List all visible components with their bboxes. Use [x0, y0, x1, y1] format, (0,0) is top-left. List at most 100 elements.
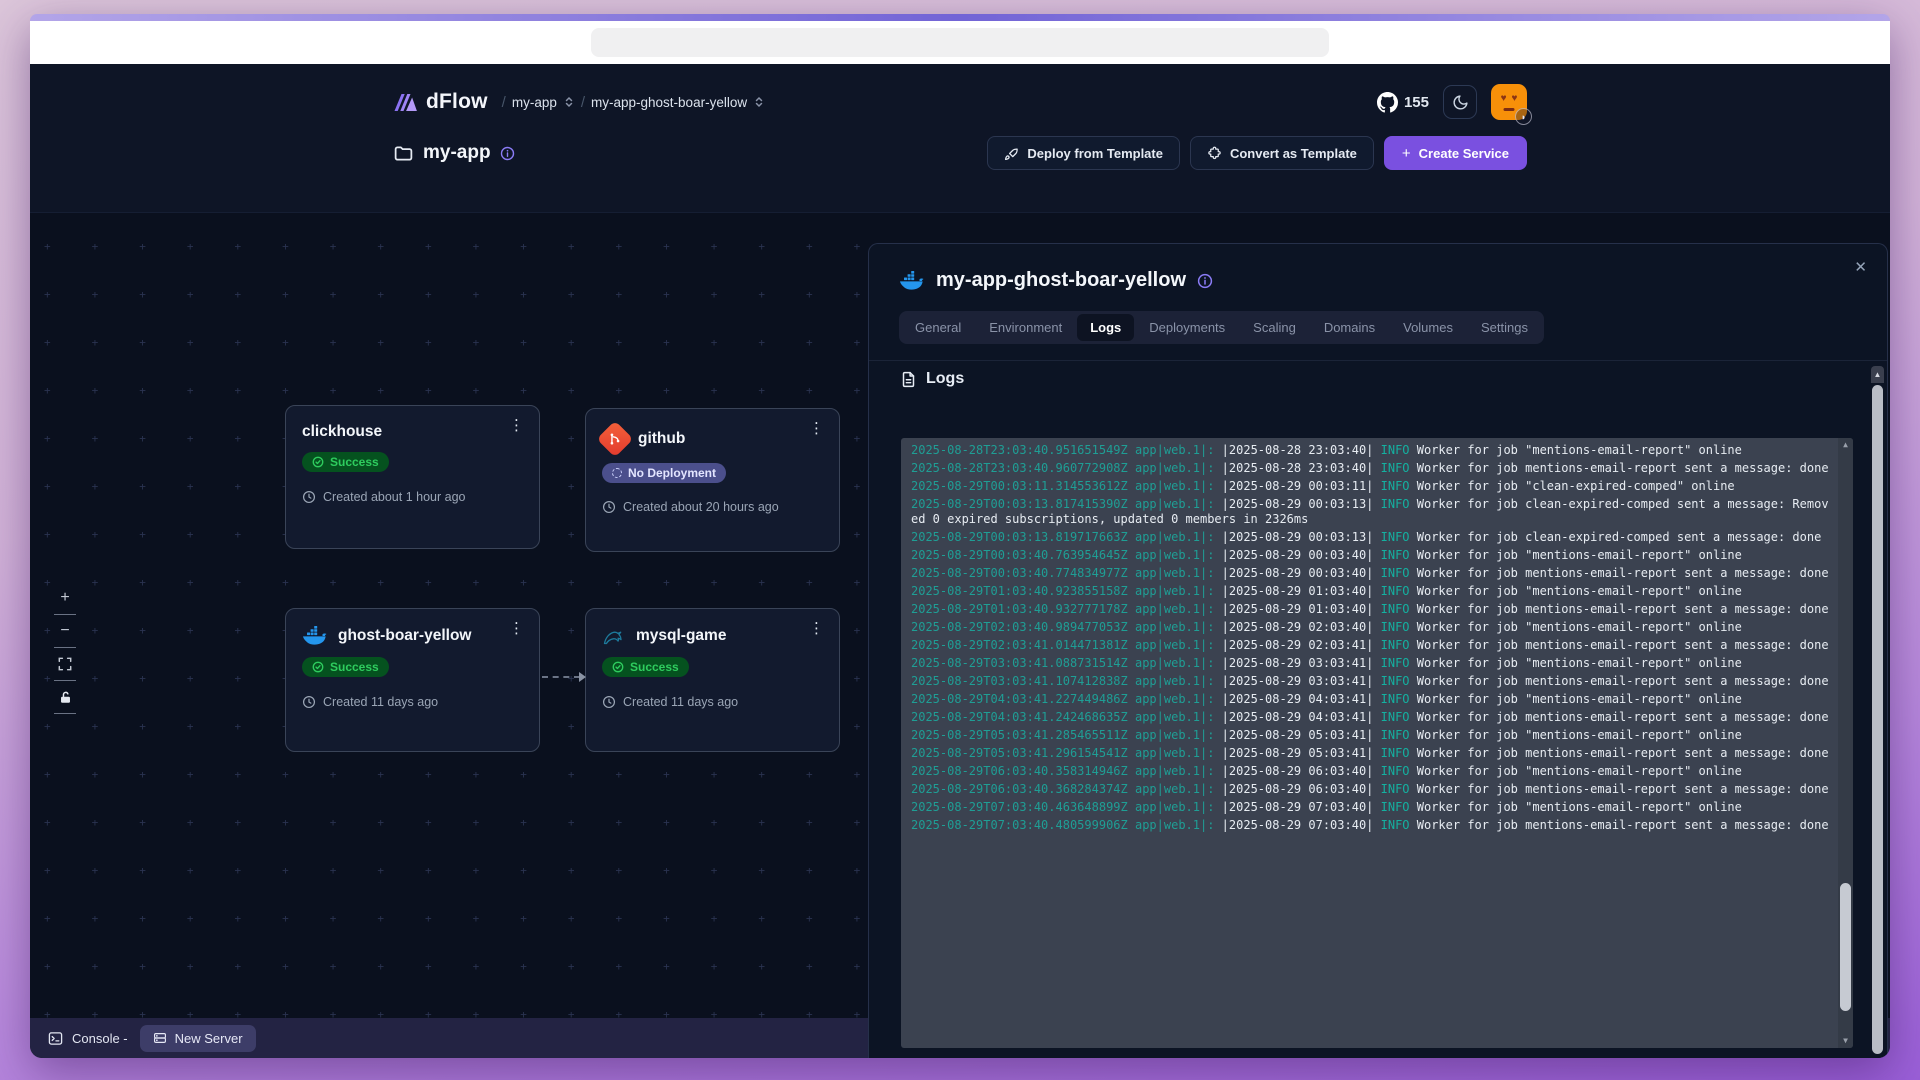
status-badge: Success: [602, 657, 689, 677]
divider: [869, 360, 1887, 361]
zoom-out-icon: −: [60, 622, 69, 640]
card-menu-icon[interactable]: ⋮: [504, 619, 529, 638]
url-bar[interactable]: [591, 28, 1329, 57]
clock-icon: [602, 500, 616, 514]
card-menu-icon[interactable]: ⋮: [504, 416, 529, 435]
service-info-icon[interactable]: [1197, 273, 1213, 289]
log-console[interactable]: 2025-08-28T23:03:40.951651549Z app|web.1…: [901, 438, 1853, 1048]
card-menu-icon[interactable]: ⋮: [804, 419, 829, 438]
divider: [54, 713, 76, 714]
deploy-from-template-button[interactable]: Deploy from Template: [987, 136, 1180, 170]
create-service-label: Create Service: [1419, 146, 1509, 161]
panel-tabs: General Environment Logs Deployments Sca…: [899, 311, 1544, 344]
log-entry: 2025-08-29T05:03:41.285465511Z app|web.1…: [911, 728, 1829, 743]
tab-general[interactable]: General: [902, 314, 974, 341]
card-menu-icon[interactable]: ⋮: [804, 619, 829, 638]
created-label: Created 11 days ago: [323, 695, 438, 709]
console-label-text: Console -: [72, 1031, 128, 1046]
console-label[interactable]: Console -: [48, 1031, 128, 1046]
zoom-in-button[interactable]: +: [52, 585, 78, 611]
browser-titlebar: [30, 21, 1890, 64]
service-card-ghost-boar-yellow[interactable]: ⋮ ghost-boar-yellow Success: [285, 608, 540, 752]
log-scrollbar-thumb[interactable]: [1840, 883, 1851, 1011]
theme-toggle-button[interactable]: [1443, 85, 1477, 119]
panel-scroll-up-icon[interactable]: ▲: [1871, 366, 1884, 383]
user-avatar[interactable]: ♥♥ ◗: [1491, 84, 1527, 120]
project-switcher-icon[interactable]: [563, 96, 575, 108]
new-server-button[interactable]: New Server: [140, 1025, 256, 1052]
scroll-down-icon[interactable]: ▼: [1838, 1035, 1853, 1047]
breadcrumb-service[interactable]: my-app-ghost-boar-yellow: [591, 95, 747, 110]
panel-title: my-app-ghost-boar-yellow: [936, 269, 1186, 292]
log-entry: 2025-08-29T03:03:41.107412838Z app|web.1…: [911, 674, 1829, 689]
clock-icon: [302, 490, 316, 504]
created-timestamp: Created about 20 hours ago: [602, 500, 823, 514]
github-star-count: 155: [1404, 94, 1429, 111]
tab-settings[interactable]: Settings: [1468, 314, 1541, 341]
rocket-icon: [1004, 146, 1019, 161]
git-icon: [597, 421, 634, 458]
connector-arrowhead-icon: [579, 672, 586, 682]
tab-domains[interactable]: Domains: [1311, 314, 1388, 341]
clock-icon: [302, 695, 316, 709]
desktop-background: dFlow / my-app / my-app-ghost-boar-yello…: [0, 0, 1920, 1080]
service-connector-edge: [542, 676, 580, 678]
log-entry: 2025-08-29T00:03:13.819717663Z app|web.1…: [911, 530, 1829, 545]
convert-as-template-label: Convert as Template: [1230, 146, 1357, 161]
log-scrollbar[interactable]: ▲ ▼: [1838, 438, 1853, 1048]
log-entry: 2025-08-29T04:03:41.242468635Z app|web.1…: [911, 710, 1829, 725]
avatar-status-badge: ◗: [1515, 108, 1532, 125]
tab-deployments[interactable]: Deployments: [1136, 314, 1238, 341]
log-entry: 2025-08-29T00:03:40.774834977Z app|web.1…: [911, 566, 1829, 581]
service-name: ghost-boar-yellow: [338, 627, 471, 645]
divider: [54, 614, 76, 615]
docker-icon: [899, 271, 925, 291]
log-entry: 2025-08-29T02:03:40.989477053Z app|web.1…: [911, 620, 1829, 635]
tab-volumes[interactable]: Volumes: [1390, 314, 1466, 341]
zoom-in-icon: +: [60, 589, 69, 607]
plus-icon: +: [1402, 145, 1411, 162]
project-info-icon[interactable]: [500, 146, 515, 161]
tab-environment[interactable]: Environment: [976, 314, 1075, 341]
lock-button[interactable]: [52, 684, 78, 710]
panel-scrollbar-thumb[interactable]: [1872, 385, 1883, 1054]
log-entry: 2025-08-29T00:03:13.817415390Z app|web.1…: [911, 497, 1829, 527]
tab-logs[interactable]: Logs: [1077, 314, 1134, 341]
document-icon: [900, 371, 917, 388]
check-circle-icon: [312, 661, 324, 673]
created-label: Created 11 days ago: [623, 695, 738, 709]
window-accent-strip: [30, 14, 1890, 21]
service-card-mysql-game[interactable]: ⋮ mysql-game Success: [585, 608, 840, 752]
log-lines: 2025-08-28T23:03:40.951651549Z app|web.1…: [911, 443, 1829, 833]
service-card-github[interactable]: ⋮ github No Deployment: [585, 408, 840, 552]
status-badge: Success: [302, 657, 389, 677]
created-timestamp: Created about 1 hour ago: [302, 490, 523, 504]
service-detail-panel: ✕ my-app-ghost-boar-yellow General Envir…: [868, 243, 1888, 1058]
status-label: No Deployment: [628, 466, 716, 480]
convert-as-template-button[interactable]: Convert as Template: [1190, 136, 1374, 170]
breadcrumb-project[interactable]: my-app: [512, 95, 557, 110]
service-name: github: [638, 430, 685, 448]
log-entry: 2025-08-29T07:03:40.463648899Z app|web.1…: [911, 800, 1829, 815]
status-label: Success: [630, 660, 679, 674]
fit-view-icon: [58, 657, 72, 671]
log-entry: 2025-08-29T03:03:41.088731514Z app|web.1…: [911, 656, 1829, 671]
service-switcher-icon[interactable]: [753, 96, 765, 108]
dflow-logo[interactable]: dFlow: [393, 90, 488, 114]
create-service-button[interactable]: + Create Service: [1384, 136, 1527, 170]
log-entry: 2025-08-29T04:03:41.227449486Z app|web.1…: [911, 692, 1829, 707]
tab-scaling[interactable]: Scaling: [1240, 314, 1309, 341]
github-stars[interactable]: 155: [1377, 92, 1429, 113]
new-server-label: New Server: [175, 1031, 243, 1046]
avatar-heart-eyes: ♥♥: [1491, 94, 1527, 104]
panel-scrollbar[interactable]: ▲: [1871, 366, 1884, 1054]
zoom-out-button[interactable]: −: [52, 618, 78, 644]
service-card-clickhouse[interactable]: ⋮ clickhouse Success Create: [285, 405, 540, 549]
scroll-up-icon[interactable]: ▲: [1838, 439, 1853, 451]
puzzle-icon: [1207, 146, 1222, 161]
close-icon[interactable]: ✕: [1850, 254, 1871, 280]
status-badge: Success: [302, 452, 389, 472]
github-icon: [1377, 92, 1398, 113]
service-name: mysql-game: [636, 627, 726, 645]
fit-view-button[interactable]: [52, 651, 78, 677]
